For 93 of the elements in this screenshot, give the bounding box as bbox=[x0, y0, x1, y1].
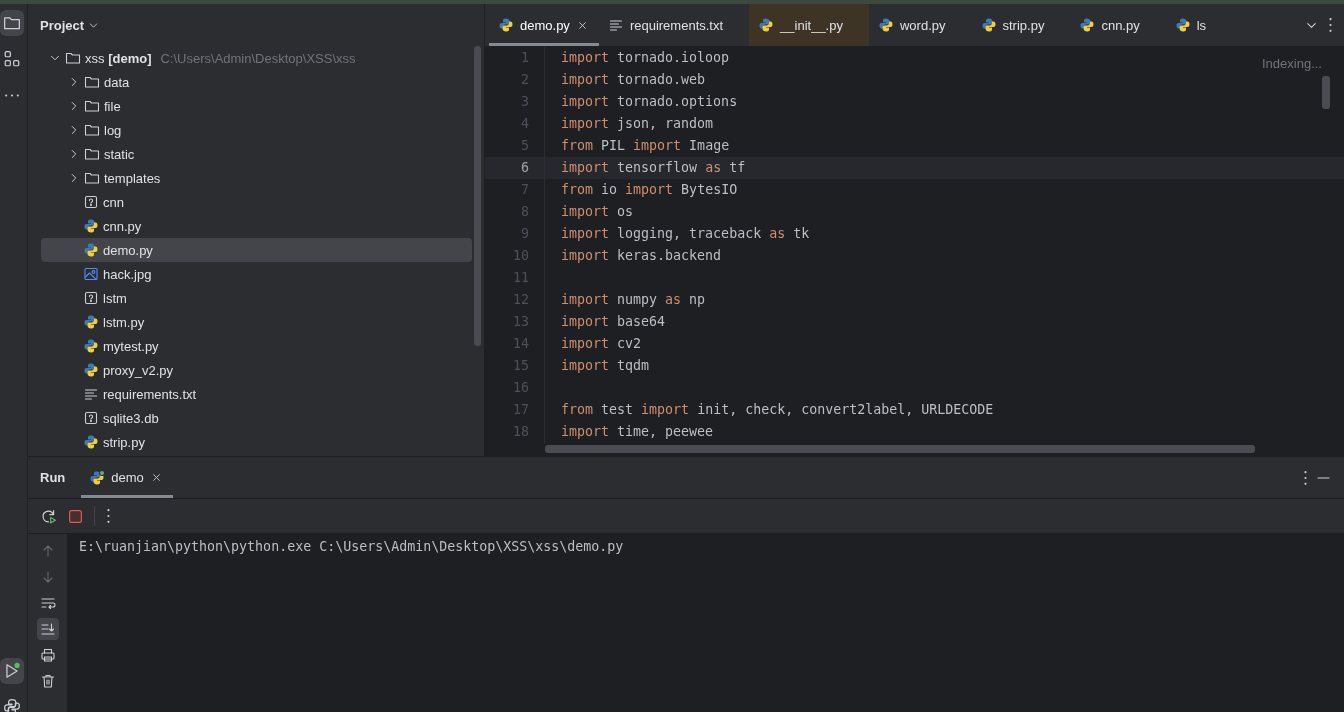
question-file-icon bbox=[83, 290, 99, 306]
python-console-icon bbox=[3, 698, 21, 712]
rerun-icon bbox=[40, 507, 57, 525]
code-line: import keras.backend bbox=[561, 248, 722, 263]
editor-tab[interactable]: ls bbox=[1165, 4, 1233, 46]
tree-item[interactable]: static bbox=[41, 142, 472, 166]
python-icon bbox=[83, 314, 99, 330]
folder-icon bbox=[84, 122, 100, 138]
more-icon bbox=[1329, 18, 1332, 32]
structure-icon bbox=[3, 50, 21, 68]
stop-icon bbox=[67, 507, 84, 525]
run-icon bbox=[3, 662, 21, 680]
code-line: import cv2 bbox=[561, 336, 642, 351]
project-view-dropdown[interactable]: Project bbox=[40, 17, 101, 33]
text-file-icon bbox=[607, 17, 624, 33]
code-line: import tornado.options bbox=[561, 94, 738, 109]
more-icon bbox=[107, 509, 110, 523]
tool-window-button[interactable] bbox=[0, 10, 24, 36]
code-line: import time, peewee bbox=[561, 424, 714, 439]
tool-window-button[interactable] bbox=[0, 658, 24, 684]
tree-item[interactable]: log bbox=[41, 118, 472, 142]
run-panel-title: Run bbox=[39, 470, 67, 485]
python-icon bbox=[1174, 17, 1191, 33]
trash-icon bbox=[39, 673, 56, 689]
tree-item[interactable]: strip.py bbox=[41, 430, 472, 454]
tree-item[interactable]: sqlite3.db bbox=[41, 406, 472, 430]
more-icon bbox=[5, 93, 19, 97]
python-icon bbox=[83, 218, 99, 234]
python-running-icon bbox=[89, 469, 106, 486]
folder-icon bbox=[84, 74, 100, 90]
console-output-line: E:\ruanjian\python\python.exe C:\Users\Admin\Desktop\XSS\xss\demo.py bbox=[79, 538, 625, 556]
python-icon bbox=[83, 434, 99, 450]
more-icon bbox=[1304, 470, 1307, 485]
minimize-icon bbox=[1317, 476, 1330, 479]
code-line: import tornado.ioloop bbox=[561, 50, 730, 65]
printer-icon bbox=[39, 647, 56, 663]
python-icon bbox=[877, 17, 894, 33]
tree-item[interactable]: mytest.py bbox=[41, 334, 472, 358]
folder-icon bbox=[84, 98, 100, 114]
tree-item[interactable]: xss [demo] C:\Users\Admin\Desktop\XSS\xss bbox=[41, 46, 472, 70]
code-line: from PIL import Image bbox=[561, 138, 730, 153]
tree-item[interactable]: file bbox=[41, 94, 472, 118]
folder-icon bbox=[84, 170, 100, 186]
editor-tab[interactable]: requirements.txt bbox=[598, 4, 750, 46]
editor-tab[interactable]: __init__.py bbox=[749, 4, 869, 46]
python-icon bbox=[980, 17, 997, 33]
code-line: import json, random bbox=[561, 116, 714, 131]
code-line: import tensorflow as tf bbox=[561, 160, 746, 175]
question-file-icon bbox=[83, 410, 99, 426]
python-icon bbox=[83, 242, 99, 258]
folder-icon bbox=[65, 50, 81, 66]
python-icon bbox=[758, 17, 775, 33]
editor-tab[interactable]: word.py bbox=[868, 4, 972, 46]
code-line: import base64 bbox=[561, 314, 666, 329]
python-icon bbox=[498, 17, 514, 33]
project-icon bbox=[3, 14, 21, 32]
scroll-to-end-icon bbox=[39, 621, 56, 637]
tree-item[interactable]: lstm bbox=[41, 286, 472, 310]
scrollbar[interactable] bbox=[474, 46, 481, 346]
scrollbar[interactable] bbox=[545, 445, 1255, 453]
tree-item[interactable]: data bbox=[41, 70, 472, 94]
code-line: import numpy as np bbox=[561, 292, 706, 307]
editor-tab[interactable]: demo.py bbox=[489, 4, 599, 46]
run-tab[interactable]: demo bbox=[81, 457, 173, 498]
tree-item[interactable]: cnn bbox=[41, 190, 472, 214]
python-icon bbox=[1079, 17, 1096, 33]
scrollbar[interactable] bbox=[1322, 76, 1330, 109]
code-line: import logging, traceback as tk bbox=[561, 226, 810, 241]
tree-item[interactable]: lstm.py bbox=[41, 310, 472, 334]
code-line: from io import BytesIO bbox=[561, 182, 738, 197]
tree-item[interactable]: demo.py bbox=[41, 238, 472, 262]
editor-tab[interactable]: strip.py bbox=[971, 4, 1071, 46]
tree-item[interactable]: requirements.txt bbox=[41, 382, 472, 406]
code-line: from test import init, check, convert2label, URLDECODE bbox=[561, 402, 994, 417]
editor-tab[interactable]: cnn.py bbox=[1070, 4, 1166, 46]
tree-item[interactable]: hack.jpg bbox=[41, 262, 472, 286]
line-number: 6 bbox=[485, 157, 545, 179]
tree-item[interactable]: templates bbox=[41, 166, 472, 190]
scroll-to-end-button[interactable] bbox=[36, 618, 59, 640]
folder-icon bbox=[84, 146, 100, 162]
python-icon bbox=[83, 362, 99, 378]
tree-item[interactable]: cnn.py bbox=[41, 214, 472, 238]
code-line: import tornado.web bbox=[561, 72, 706, 87]
soft-wrap-icon bbox=[39, 595, 56, 611]
image-file-icon bbox=[83, 266, 99, 282]
indexing-status: Indexing... bbox=[1262, 56, 1322, 71]
question-file-icon bbox=[83, 194, 99, 210]
tree-item[interactable]: proxy_v2.py bbox=[41, 358, 472, 382]
text-file-icon bbox=[83, 386, 99, 402]
code-line: import os bbox=[561, 204, 634, 219]
code-line: import tqdm bbox=[561, 358, 650, 373]
python-icon bbox=[83, 338, 99, 354]
project-path: C:\Users\Admin\Desktop\XSS\xss bbox=[160, 50, 356, 66]
